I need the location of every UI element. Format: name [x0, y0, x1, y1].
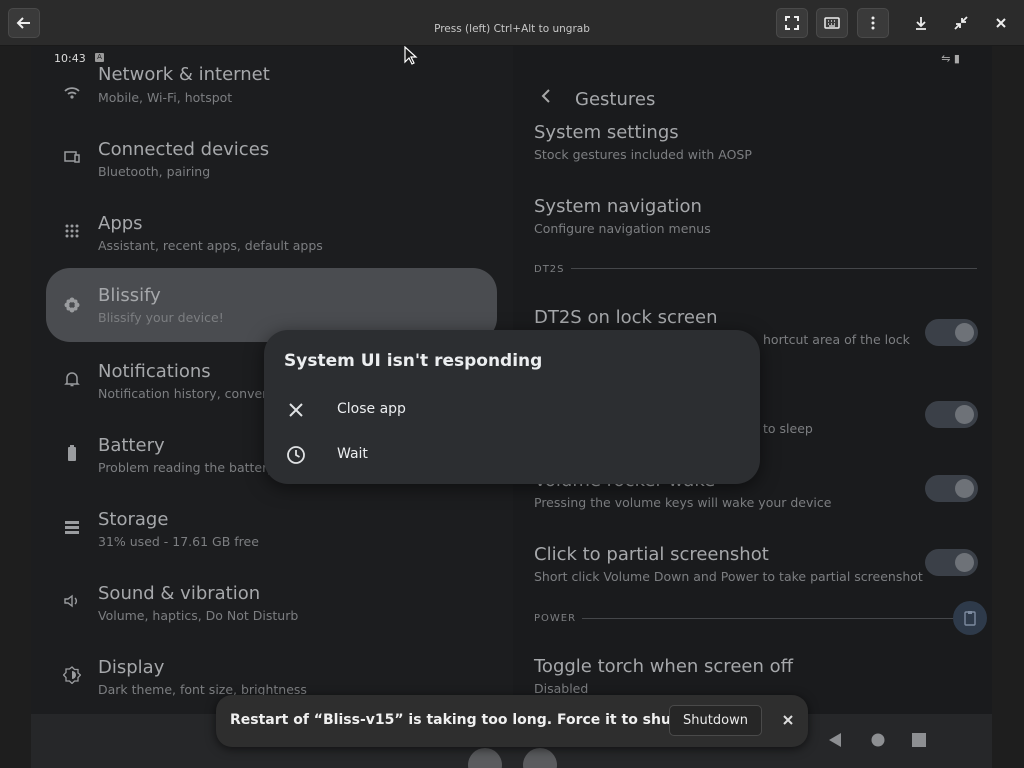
section-header-power: POWER [534, 613, 577, 624]
gesture-item-subtitle: Pressing the volume keys will wake your … [534, 495, 832, 510]
settings-item-title: Network & internet [98, 64, 270, 85]
gesture-item-title: System navigation [534, 196, 702, 217]
shrink-button[interactable] [945, 8, 977, 38]
section-divider [571, 268, 977, 269]
settings-item-apps[interactable]: Apps Assistant, recent apps, default app… [46, 196, 497, 266]
settings-item-title: Battery [98, 435, 165, 456]
status-icons: ⇋ ▮ [941, 52, 960, 65]
download-icon [916, 17, 926, 30]
floating-button[interactable] [953, 601, 987, 635]
chevron-left-icon[interactable] [539, 88, 555, 104]
wifi-icon [61, 82, 83, 104]
close-icon [996, 18, 1006, 28]
gesture-item-system-settings[interactable]: System settings Stock gestures included … [534, 122, 974, 162]
wait-option[interactable]: Wait [282, 437, 742, 473]
volume-rocker-toggle[interactable] [925, 475, 978, 502]
close-vm-button[interactable] [985, 8, 1017, 38]
settings-item-subtitle: 31% used - 17.61 GB free [98, 534, 259, 549]
keyboard-icon [824, 17, 840, 29]
option-label: Close app [337, 401, 406, 417]
shrink-icon [954, 16, 968, 30]
settings-item-network[interactable]: Network & internet Mobile, Wi-Fi, hotspo… [46, 58, 497, 128]
dt2s-toggle[interactable] [925, 401, 978, 428]
close-icon [289, 403, 303, 417]
settings-item-title: Sound & vibration [98, 583, 261, 604]
gesture-item-subtitle: Stock gestures included with AOSP [534, 147, 752, 162]
shutdown-button[interactable]: Shutdown [669, 705, 762, 736]
partial-screenshot-toggle[interactable] [925, 549, 978, 576]
volume-icon [61, 590, 83, 612]
anr-dialog: System UI isn't responding Close app Wai… [264, 330, 760, 484]
close-icon[interactable] [780, 712, 796, 728]
option-label: Wait [337, 446, 368, 462]
dialog-title: System UI isn't responding [284, 351, 543, 371]
settings-item-sound[interactable]: Sound & vibration Volume, haptics, Do No… [46, 566, 497, 636]
gesture-item-dt2s-lock[interactable]: DT2S on lock screen [534, 307, 974, 328]
settings-item-title: Connected devices [98, 139, 270, 160]
settings-item-subtitle: Volume, haptics, Do Not Disturb [98, 608, 299, 623]
shutdown-notice: Restart of “Bliss-v15” is taking too lon… [216, 695, 808, 747]
gesture-item-title: DT2S on lock screen [534, 307, 718, 328]
gesture-item-title: Toggle torch when screen off [534, 656, 794, 677]
settings-item-connected-devices[interactable]: Connected devices Bluetooth, pairing [46, 122, 497, 192]
gesture-item-system-navigation[interactable]: System navigation Configure navigation m… [534, 196, 974, 236]
settings-item-title: Display [98, 657, 165, 678]
fullscreen-button[interactable] [776, 8, 808, 38]
battery-icon [61, 442, 83, 464]
gesture-item-subtitle: to sleep [763, 421, 813, 436]
settings-item-subtitle: Mobile, Wi-Fi, hotspot [98, 90, 233, 105]
section-divider [582, 618, 977, 619]
settings-item-subtitle: Notification history, conversa [98, 386, 282, 401]
settings-item-subtitle: Problem reading the battery m [98, 460, 291, 475]
nav-shortcut[interactable] [468, 748, 502, 768]
nav-home-icon[interactable] [871, 732, 885, 748]
gesture-item-subtitle: Disabled [534, 681, 589, 696]
gesture-item-title: Click to partial screenshot [534, 544, 769, 565]
section-header-dt2s: DT2S [534, 264, 565, 275]
devices-icon [61, 146, 83, 168]
clock-icon [287, 446, 305, 464]
dt2s-lock-toggle[interactable] [925, 319, 978, 346]
more-options-button[interactable] [857, 8, 889, 38]
bell-icon [61, 368, 83, 390]
mouse-cursor-icon [404, 46, 418, 65]
page-title: Gestures [575, 89, 656, 110]
flower-icon [61, 294, 83, 316]
nav-recents-icon[interactable] [912, 732, 926, 748]
notice-text: Restart of “Bliss-v15” is taking too lon… [230, 712, 729, 728]
keyboard-button[interactable] [816, 8, 848, 38]
clipboard-icon [964, 611, 976, 626]
gesture-item-torch[interactable]: Toggle torch when screen off Disabled [534, 656, 974, 696]
download-button[interactable] [905, 8, 937, 38]
nav-back-icon[interactable] [828, 732, 842, 748]
apps-grid-icon [61, 220, 83, 242]
settings-item-storage[interactable]: Storage 31% used - 17.61 GB free [46, 492, 497, 562]
gesture-item-subtitle: Configure navigation menus [534, 221, 711, 236]
settings-item-subtitle: Assistant, recent apps, default apps [98, 238, 323, 253]
display-icon [61, 664, 83, 686]
settings-item-title: Storage [98, 509, 169, 530]
settings-item-subtitle: Bluetooth, pairing [98, 164, 211, 179]
close-app-option[interactable]: Close app [282, 392, 742, 428]
fullscreen-icon [785, 16, 799, 30]
settings-item-title: Apps [98, 213, 143, 234]
settings-item-title: Blissify [98, 285, 161, 306]
gesture-item-subtitle: Short click Volume Down and Power to tak… [534, 569, 923, 584]
gesture-item-title: System settings [534, 122, 679, 143]
more-vertical-icon [871, 16, 875, 30]
nav-shortcut[interactable] [523, 748, 557, 768]
settings-item-title: Notifications [98, 361, 211, 382]
gesture-item-subtitle: hortcut area of the lock [763, 332, 910, 347]
gesture-item-partial-screenshot[interactable]: Click to partial screenshot Short click … [534, 544, 974, 584]
vm-toolbar: Press (left) Ctrl+Alt to ungrab [0, 0, 1024, 46]
storage-icon [61, 516, 83, 538]
settings-item-subtitle: Blissify your device! [98, 310, 224, 325]
